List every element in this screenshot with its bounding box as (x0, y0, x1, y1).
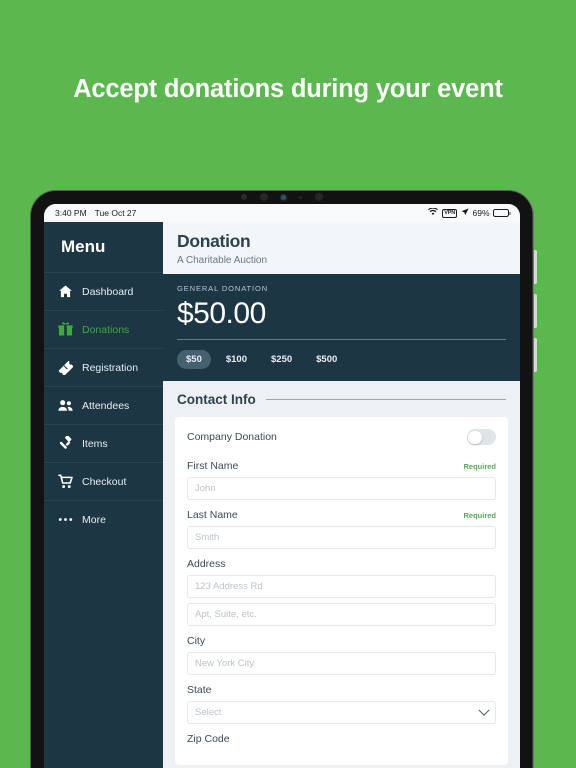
gavel-icon (58, 436, 73, 451)
preset-amount-chips: $50 $100 $250 $500 (177, 350, 506, 370)
preset-chip-250[interactable]: $250 (262, 350, 301, 369)
last-name-header: Last Name Required (187, 505, 496, 526)
sidebar-item-label: Donations (82, 323, 130, 336)
address-label: Address (187, 558, 226, 571)
toggle-knob (468, 430, 482, 445)
battery-percent: 69% (472, 208, 490, 218)
status-bar-right: VPN 69% (428, 207, 511, 218)
gift-icon (58, 322, 73, 337)
power-button[interactable] (533, 250, 537, 284)
first-name-required-badge: Required (463, 462, 496, 472)
address-field: Address 123 Address Rd Apt, Suite, etc. (187, 554, 496, 627)
status-time: 3:40 PM (55, 208, 87, 218)
company-donation-label: Company Donation (187, 431, 277, 444)
contact-form-scroll[interactable]: Contact Info Company Donation First Name… (163, 381, 520, 768)
status-date: Tue Oct 27 (94, 208, 137, 218)
last-name-label: Last Name (187, 509, 238, 522)
sidebar-item-label: Dashboard (82, 285, 134, 298)
preset-chip-100[interactable]: $100 (217, 350, 256, 369)
wifi-icon (428, 207, 439, 218)
sensor-dot (241, 194, 247, 200)
chevron-down-icon (478, 704, 490, 716)
sidebar-item-items[interactable]: Items (44, 424, 163, 462)
section-title: Contact Info (177, 392, 256, 408)
sidebar-item-label: More (82, 513, 106, 526)
sidebar-item-attendees[interactable]: Attendees (44, 386, 163, 424)
sidebar-item-registration[interactable]: Registration (44, 348, 163, 386)
sidebar-item-donations[interactable]: Donations (44, 310, 163, 348)
volume-up-button[interactable] (533, 294, 537, 328)
city-input[interactable]: New York City (187, 652, 496, 676)
app-body: Menu Dashboard Donations Registration At… (44, 222, 520, 768)
donation-amount-block: GENERAL DONATION $50.00 $50 $100 $250 $5… (163, 274, 520, 382)
first-name-input[interactable]: John (187, 477, 496, 501)
first-name-header: First Name Required (187, 456, 496, 477)
vpn-badge: VPN (441, 208, 458, 218)
page-subtitle: A Charitable Auction (177, 255, 268, 266)
zip-code-field: Zip Code (187, 729, 496, 750)
contact-info-header: Contact Info (175, 381, 508, 417)
state-header: State (187, 680, 496, 701)
cart-icon (58, 474, 73, 489)
bezel-sensors (30, 190, 534, 204)
sidebar-item-label: Attendees (82, 399, 130, 412)
donation-type-label: GENERAL DONATION (177, 284, 269, 293)
state-select[interactable]: Select (187, 701, 496, 725)
address-header: Address (187, 554, 496, 575)
sidebar-item-label: Registration (82, 361, 139, 374)
last-name-field: Last Name Required Smith (187, 505, 496, 550)
sidebar-title: Menu (61, 237, 106, 256)
company-donation-row: Company Donation (187, 429, 496, 456)
sidebar-item-label: Checkout (82, 475, 127, 488)
status-bar-left: 3:40 PM Tue Oct 27 (55, 208, 136, 218)
sidebar-item-dashboard[interactable]: Dashboard (44, 272, 163, 310)
state-field: State Select (187, 680, 496, 725)
state-label: State (187, 684, 212, 697)
volume-down-button[interactable] (533, 338, 537, 372)
last-name-required-badge: Required (463, 511, 496, 521)
donation-amount-value[interactable]: $50.00 (177, 297, 506, 330)
city-field: City New York City (187, 631, 496, 676)
company-donation-toggle[interactable] (467, 429, 496, 446)
address-input[interactable]: 123 Address Rd (187, 575, 496, 599)
tablet-device: 3:40 PM Tue Oct 27 VPN 69% Menu Dashboar… (30, 190, 537, 768)
page-title: Donation (177, 231, 251, 251)
sensor-dot (299, 195, 302, 199)
camera-dot (315, 193, 323, 201)
page-header: Donation A Charitable Auction (163, 222, 520, 274)
ticket-icon (58, 360, 73, 375)
headline-text: Accept donations during your event (73, 75, 503, 104)
address2-input[interactable]: Apt, Suite, etc. (187, 603, 496, 627)
state-select-value: Select (195, 707, 222, 719)
city-label: City (187, 635, 206, 648)
marketing-headline: Accept donations during your event (0, 0, 576, 180)
amount-divider (177, 339, 506, 341)
last-name-input[interactable]: Smith (187, 526, 496, 550)
sidebar-item-checkout[interactable]: Checkout (44, 462, 163, 500)
zip-code-header: Zip Code (187, 729, 496, 750)
contact-info-card: Company Donation First Name Required Joh… (175, 417, 508, 766)
zip-code-label: Zip Code (187, 733, 230, 746)
battery-icon (493, 209, 511, 217)
preset-chip-50[interactable]: $50 (177, 350, 211, 370)
ellipsis-icon (58, 512, 73, 527)
preset-chip-500[interactable]: $500 (307, 350, 346, 369)
indicator-dot (281, 194, 286, 200)
home-icon (58, 284, 73, 299)
sidebar-item-more[interactable]: More (44, 500, 163, 538)
sidebar: Menu Dashboard Donations Registration At… (44, 222, 163, 768)
sidebar-item-label: Items (82, 437, 108, 450)
camera-dot (260, 193, 268, 201)
section-divider (265, 399, 506, 401)
first-name-label: First Name (187, 460, 239, 473)
status-bar: 3:40 PM Tue Oct 27 VPN 69% (44, 204, 520, 222)
location-arrow-icon (461, 208, 469, 218)
people-icon (58, 398, 73, 413)
main-content: Donation A Charitable Auction GENERAL DO… (163, 222, 520, 768)
tablet-screen: 3:40 PM Tue Oct 27 VPN 69% Menu Dashboar… (44, 204, 520, 768)
city-header: City (187, 631, 496, 652)
first-name-field: First Name Required John (187, 456, 496, 501)
